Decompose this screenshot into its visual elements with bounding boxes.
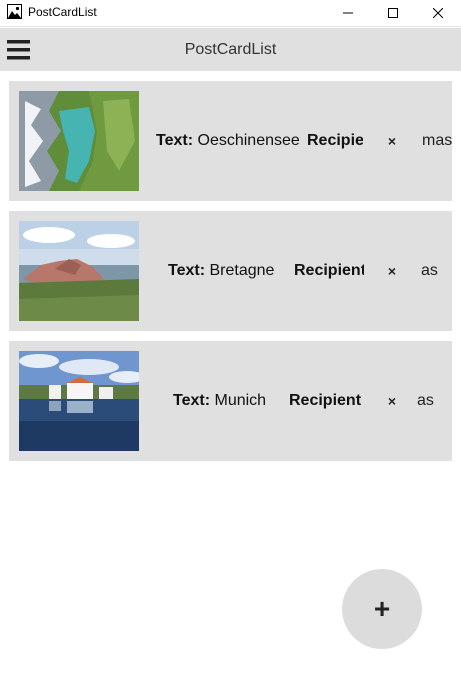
postcard-text-field: Text: Oeschinensee — [156, 81, 300, 201]
postcard-item[interactable]: Text: Munich Recipient × as — [9, 341, 452, 461]
postcard-extra-text: mas — [422, 132, 452, 149]
recipient-label: Recipient — [307, 132, 363, 149]
add-postcard-button[interactable]: + — [342, 569, 422, 649]
remove-button[interactable]: × — [383, 391, 401, 411]
hamburger-icon[interactable] — [5, 36, 33, 64]
app-toolbar: PostCardList — [0, 28, 461, 71]
postcard-image — [19, 221, 139, 321]
postcard-extra-text: as — [417, 392, 434, 409]
postcard-image — [19, 351, 139, 451]
recipient-label: Recipient — [294, 262, 364, 279]
postcard-text-field: Text: Bretagne — [168, 211, 274, 331]
maximize-button[interactable] — [370, 0, 416, 26]
close-button[interactable] — [415, 0, 461, 26]
text-value: Oeschinensee — [197, 132, 300, 149]
postcard-item[interactable]: Text: Bretagne Recipient × as — [9, 211, 452, 331]
minimize-button[interactable] — [325, 0, 371, 26]
plus-icon: + — [373, 593, 391, 624]
window-title: PostCardList — [28, 5, 97, 19]
close-icon — [433, 8, 443, 18]
text-value: Munich — [214, 392, 267, 409]
text-label: Text: — [173, 392, 211, 409]
postcard-image — [19, 91, 139, 191]
text-value: Bretagne — [209, 262, 275, 279]
minimize-icon — [343, 12, 353, 14]
recipient-label: Recipient — [289, 392, 362, 409]
remove-button[interactable]: × — [383, 261, 401, 281]
remove-button[interactable]: × — [383, 131, 401, 151]
postcard-extra-text: as — [421, 262, 438, 279]
text-label: Text: — [156, 132, 194, 149]
text-label: Text: — [168, 262, 206, 279]
maximize-icon — [388, 8, 398, 18]
postcard-item[interactable]: Text: Oeschinensee Recipient × mas — [9, 81, 452, 201]
app-title: PostCardList — [184, 41, 277, 58]
app-image-icon — [7, 4, 22, 19]
postcard-text-field: Text: Munich — [173, 341, 266, 461]
window-title-bar: PostCardList — [0, 0, 461, 27]
